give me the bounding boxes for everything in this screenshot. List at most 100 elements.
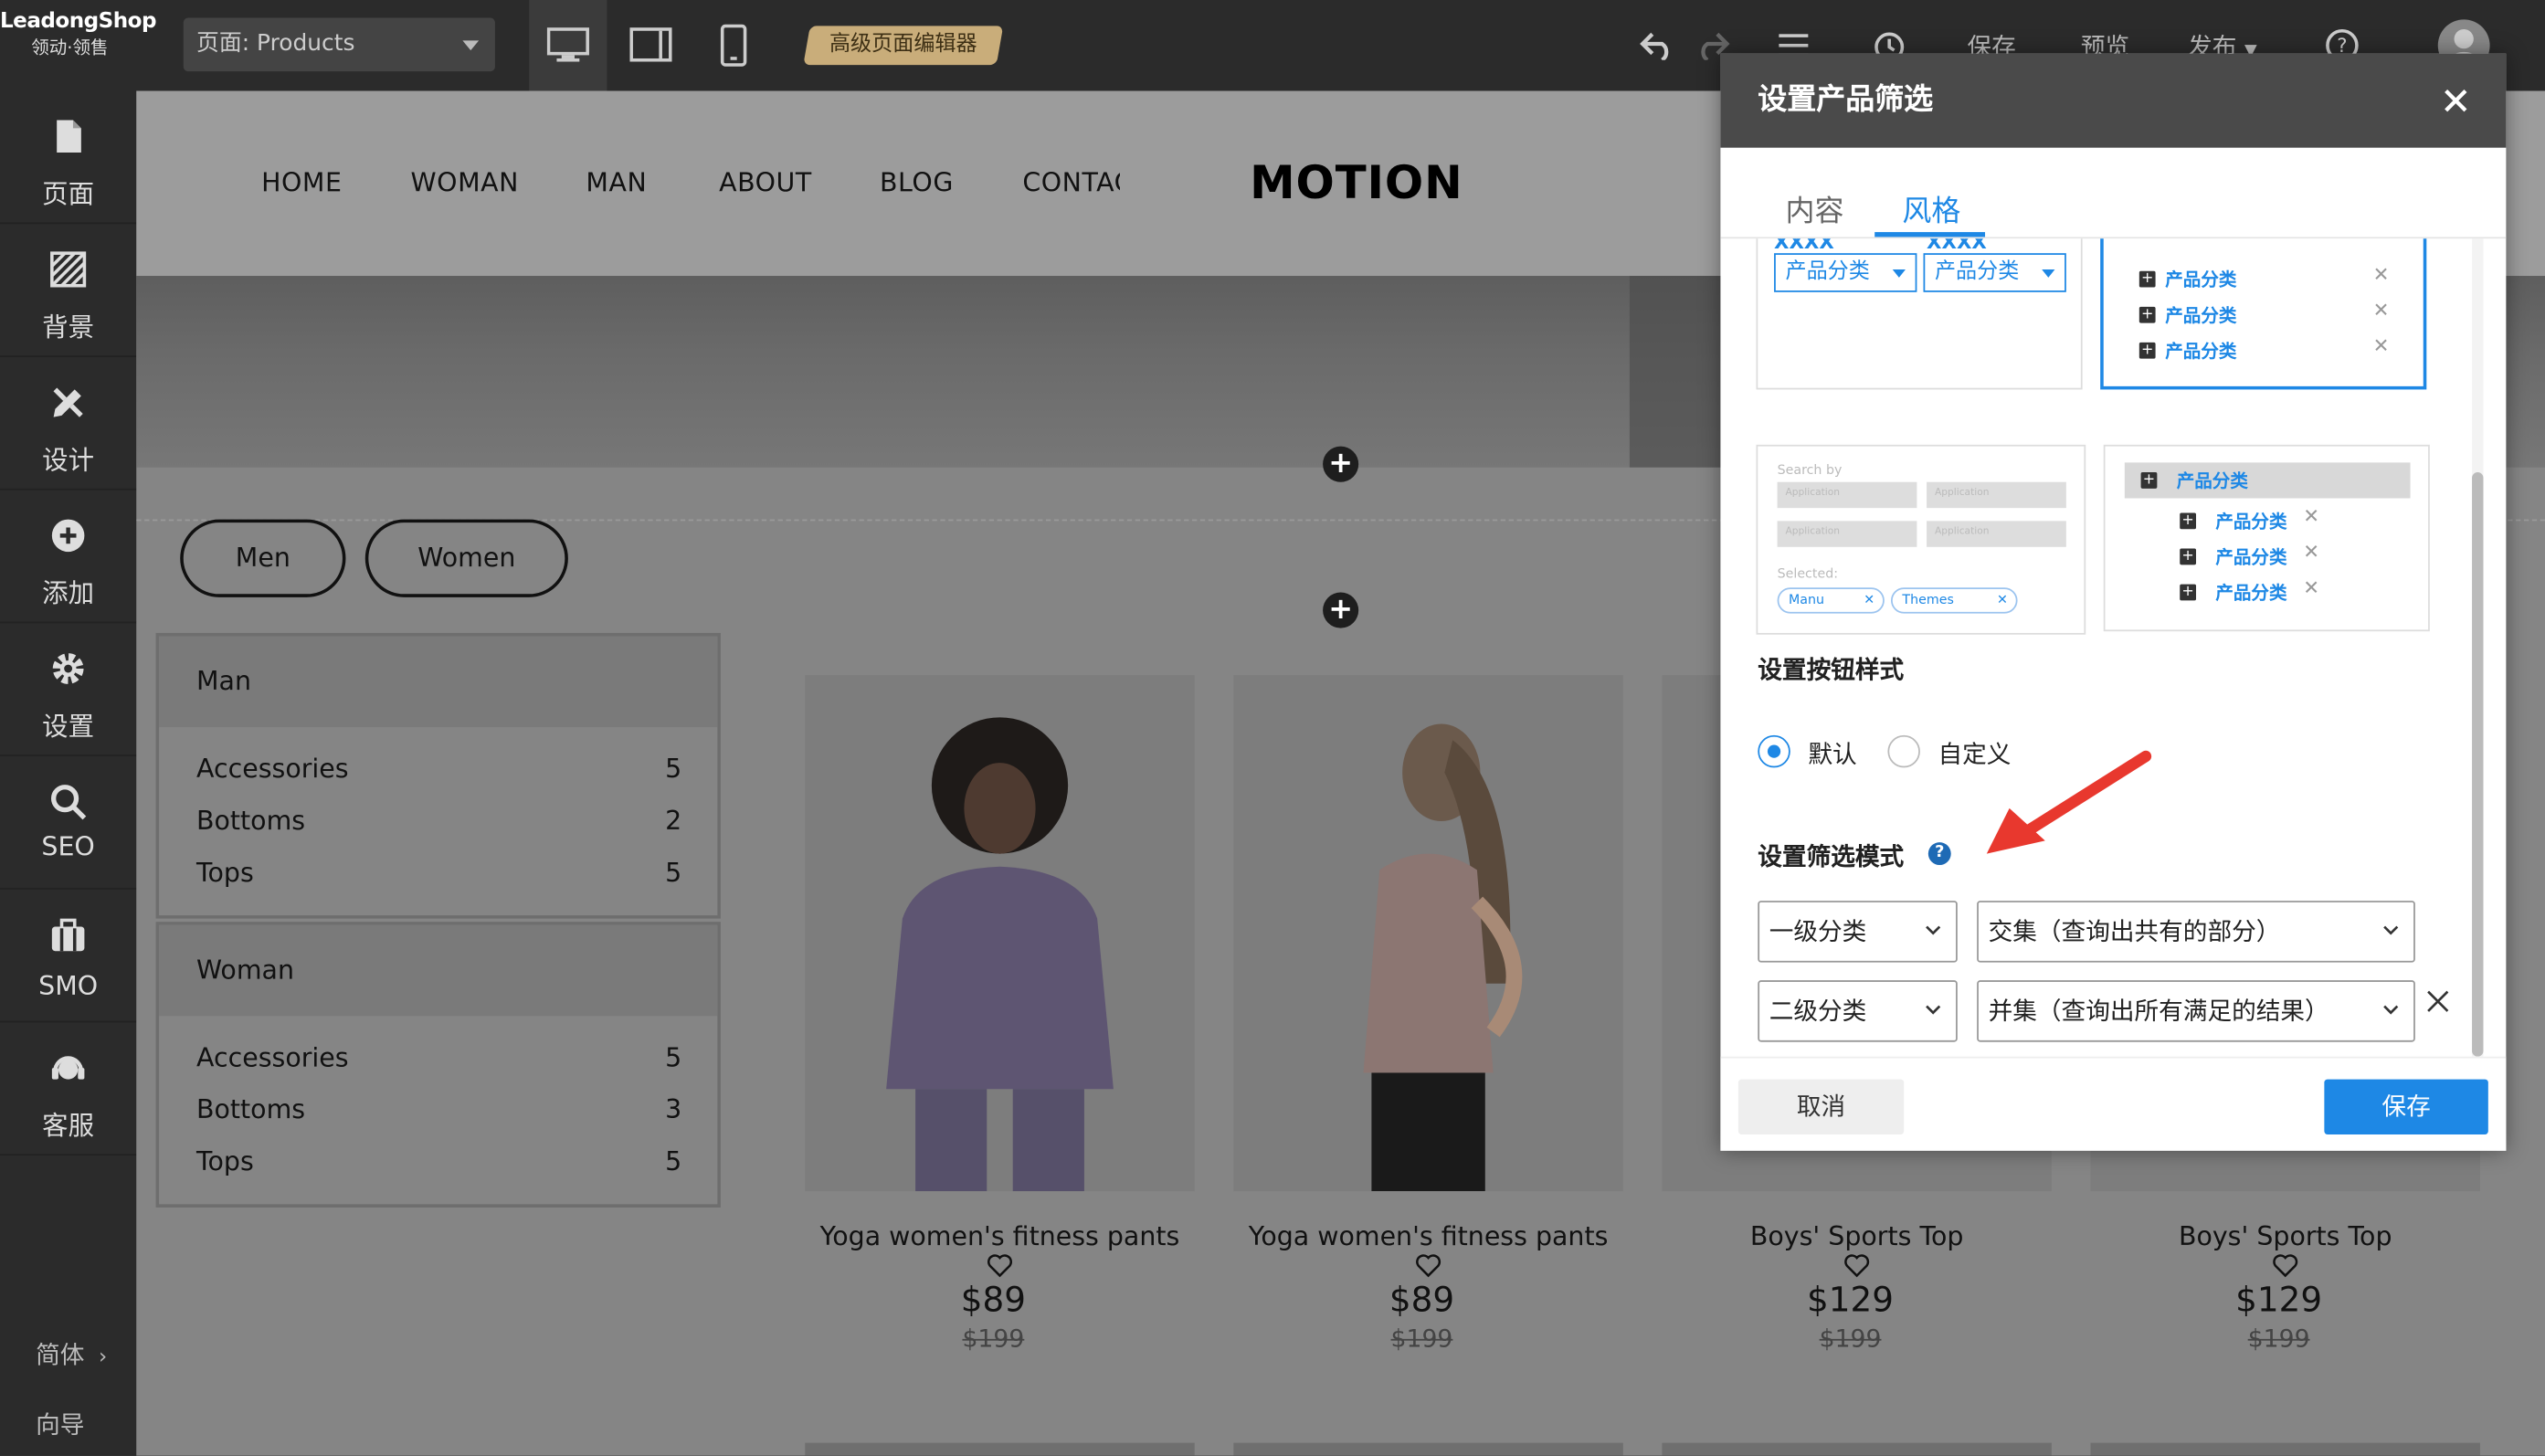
site-brand: MOTION	[1250, 155, 1463, 210]
heart-icon[interactable]	[1662, 1253, 2051, 1284]
product-old-price: $199	[962, 1324, 1025, 1354]
page-select[interactable]: 页面: Products	[183, 17, 495, 72]
undo-button[interactable]	[1634, 23, 1680, 69]
plus-icon: +	[2138, 342, 2156, 359]
sidebar-item-background[interactable]: 背景	[0, 224, 137, 357]
cancel-button[interactable]: 取消	[1737, 1079, 1905, 1134]
gear-icon	[52, 653, 84, 684]
app-logo[interactable]: LeadongShop 领动·领售	[0, 10, 157, 60]
design-icon	[53, 387, 83, 417]
list-item[interactable]: Tops 5	[159, 1136, 717, 1188]
heart-icon[interactable]	[1233, 1253, 1622, 1284]
list-item[interactable]: Bottoms 3	[159, 1084, 717, 1136]
product-title[interactable]: Yoga women's fitness pants	[805, 1220, 1194, 1251]
tab-content[interactable]: 内容	[1785, 188, 1843, 230]
desktop-view-button[interactable]	[529, 0, 607, 91]
close-icon	[2427, 990, 2449, 1012]
next-row-product	[1662, 1442, 2052, 1456]
nav-home[interactable]: HOME	[261, 167, 342, 198]
nav-about[interactable]: ABOUT	[719, 167, 812, 198]
search-icon	[50, 785, 87, 820]
button-style-title: 设置按钮样式	[1758, 655, 1905, 685]
close-button[interactable]	[2438, 83, 2474, 119]
category-count: 3	[665, 1093, 682, 1125]
thumb-search-by: Search by	[1777, 462, 1843, 478]
list-item[interactable]: Accessories 5	[159, 744, 717, 796]
category-name: Tops	[195, 857, 254, 888]
nav-woman[interactable]: WOMAN	[411, 167, 519, 198]
category-count: 5	[665, 857, 682, 888]
mobile-view-button[interactable]	[694, 0, 772, 91]
briefcase-icon	[51, 918, 85, 952]
guide-link[interactable]: 向导	[36, 1407, 84, 1440]
save-button[interactable]: 保存	[2324, 1079, 2488, 1134]
sidebar-item-design[interactable]: 设计	[0, 357, 137, 491]
close-icon: ✕	[2372, 298, 2390, 322]
radio-custom[interactable]	[1887, 734, 1920, 768]
close-icon	[2445, 89, 2467, 112]
row2-level-select[interactable]: 二级分类	[1758, 980, 1958, 1042]
headset-icon	[51, 1056, 85, 1080]
sidebar-item-settings[interactable]: 设置	[0, 623, 137, 756]
list-item[interactable]: Accessories 5	[159, 1032, 717, 1084]
sidebar-item-seo[interactable]: SEO	[0, 756, 137, 890]
style-thumb-tree[interactable]: + 产品分类 + 产品分类 ✕ + 产品分类 ✕ + 产品分类 ✕	[2103, 444, 2430, 632]
heart-icon[interactable]	[2091, 1253, 2480, 1284]
tablet-view-button[interactable]	[612, 0, 690, 91]
scrollbar-thumb[interactable]	[2472, 472, 2484, 1057]
category-title[interactable]: Woman	[159, 924, 718, 1017]
remove-row-button[interactable]	[2425, 988, 2451, 1014]
sidebar-item-smo[interactable]: SMO	[0, 890, 137, 1023]
tab-style[interactable]: 风格	[1902, 188, 1960, 230]
product-title[interactable]: Yoga women's fitness pants	[1233, 1220, 1622, 1251]
plus-icon: +	[2140, 472, 2158, 489]
list-item[interactable]: Tops 5	[159, 847, 717, 899]
list-item[interactable]: Bottoms 2	[159, 796, 717, 848]
row1-level-select[interactable]: 一级分类	[1758, 901, 1958, 963]
filter-pill-men[interactable]: Men	[180, 519, 346, 597]
row1-mode-select[interactable]: 交集（查询出共有的部分）	[1977, 901, 2415, 963]
sidebar-item-page[interactable]: 页面	[0, 91, 137, 225]
add-module-button[interactable]: +	[1323, 592, 1359, 628]
sidebar-item-label: 添加	[42, 577, 95, 609]
sidebar-item-service[interactable]: 客服	[0, 1022, 137, 1156]
dialog-tabs: 内容 风格	[1720, 148, 2507, 239]
category-title[interactable]: Man	[159, 636, 718, 728]
thumb-tag-label: Themes	[1902, 592, 1954, 607]
nav-contact[interactable]: CONTAC	[1022, 167, 1120, 198]
product-price: $129	[1807, 1280, 1895, 1320]
style-thumb-list-selected[interactable]: + 产品分类 ✕ + 产品分类 ✕ + 产品分类 ✕	[2100, 238, 2427, 390]
style-options-panel: XXXX XXXX 产品分类 产品分类 + 产品分类 ✕ + 产品分类 ✕ + …	[1720, 238, 2506, 1057]
radio-default-label[interactable]: 默认	[1808, 737, 1856, 771]
chevron-down-icon	[2383, 1005, 2399, 1015]
thumb-tag-label: Manu	[1789, 592, 1825, 607]
heart-icon[interactable]	[805, 1253, 1194, 1284]
style-thumb-search[interactable]: Search by Application Application Applic…	[1756, 444, 2086, 635]
annotation-arrow-icon	[1986, 750, 2152, 854]
sidebar-item-add[interactable]: 添加	[0, 491, 137, 624]
logo-subtext: 领动·领售	[31, 37, 109, 58]
product-old-price: $199	[2247, 1324, 2310, 1354]
product-title[interactable]: Boys' Sports Top	[1662, 1220, 2051, 1251]
thumb-select-label: 产品分类	[1785, 259, 1870, 284]
nav-blog[interactable]: BLOG	[880, 167, 954, 198]
style-thumb-dropdown[interactable]: XXXX XXXX 产品分类 产品分类	[1756, 238, 2083, 390]
sidebar-item-label: 客服	[42, 1110, 95, 1142]
product-title[interactable]: Boys' Sports Top	[2091, 1220, 2480, 1251]
close-icon: ✕	[1864, 592, 1875, 607]
nav-man[interactable]: MAN	[586, 167, 647, 198]
chevron-down-icon	[462, 40, 480, 51]
radio-default[interactable]	[1758, 734, 1790, 768]
row2-mode-select[interactable]: 并集（查询出所有满足的结果）	[1977, 980, 2415, 1042]
sidebar-item-label: 设置	[42, 711, 95, 742]
thumb-select: Application	[1777, 481, 1917, 509]
background-icon	[50, 251, 87, 288]
advanced-editor-button[interactable]: 高级页面编辑器	[803, 26, 1004, 66]
product-image[interactable]	[1233, 675, 1623, 1192]
thumb-selected-label: Selected:	[1777, 566, 1839, 582]
product-image[interactable]	[805, 675, 1195, 1192]
filter-pill-women[interactable]: Women	[364, 519, 568, 597]
add-section-button[interactable]: +	[1323, 446, 1359, 482]
language-switch[interactable]: 简体 ›	[36, 1337, 107, 1371]
help-icon[interactable]: ?	[1927, 842, 1951, 866]
